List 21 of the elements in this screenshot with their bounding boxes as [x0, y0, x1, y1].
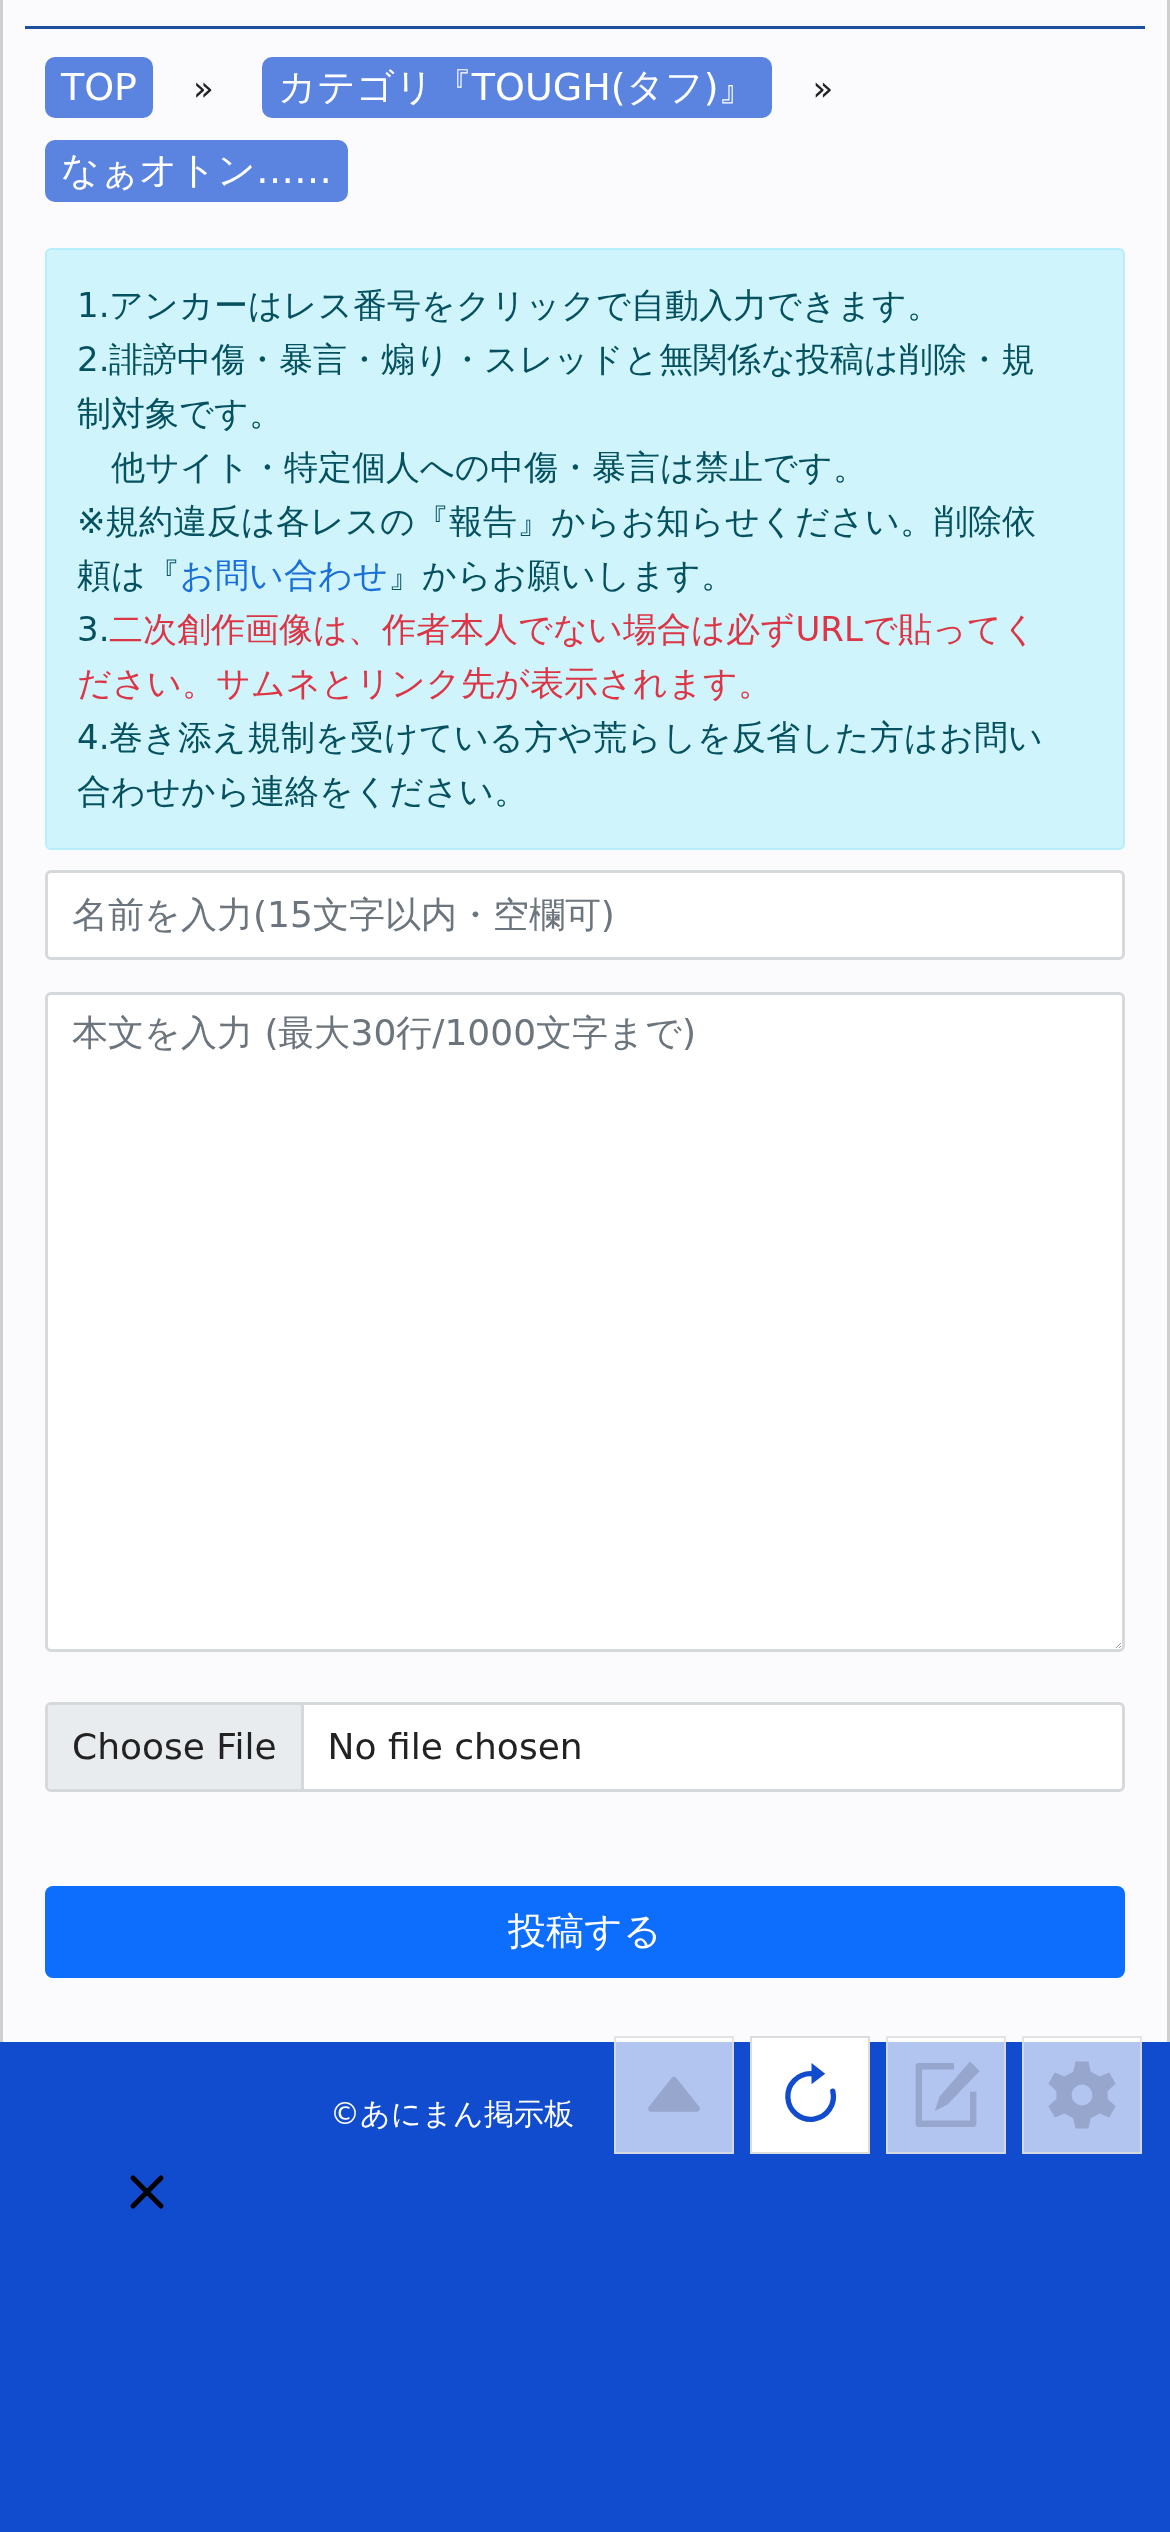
resize-grip-icon — [1114, 1640, 1122, 1649]
breadcrumb-link[interactable]: カテゴリ『TOUGH(タフ)』 — [261, 57, 773, 119]
choose-file-button[interactable]: Choose File — [48, 1704, 304, 1789]
file-input[interactable]: Choose File No file chosen — [45, 1701, 1125, 1792]
body-field[interactable]: 本文を入力 (最大30行/1000文字まで) — [45, 991, 1125, 1652]
name-field[interactable]: 名前を入力(15文字以内・空欄可) — [45, 869, 1125, 960]
contact-link[interactable]: お問い合わせ — [180, 554, 388, 595]
breadcrumb-link[interactable]: TOP — [45, 57, 154, 119]
submit-button[interactable]: 投稿する — [45, 1885, 1125, 1978]
breadcrumb-link[interactable]: なぁオトン…… — [45, 140, 348, 202]
notice-text: ※規約違反は各レスの『報告』からお知らせください。削除依頼は『お問い合わせ』からお願いします。 — [77, 499, 1038, 597]
copyright-text: ©あにまん掲示板 — [330, 2095, 574, 2133]
breadcrumb-separator: » — [812, 67, 834, 108]
breadcrumb-separator: » — [193, 67, 214, 108]
notice-text: 他サイト・特定個人への中傷・暴言は禁止です。 — [110, 445, 868, 489]
reload-button[interactable] — [750, 2036, 870, 2154]
notice-text: 2.誹謗中傷・暴言・煽り・スレッドと無関係な投稿は削除・規制対象です。 — [77, 337, 1037, 435]
notice-text: 1.アンカーはレス番号をクリックで自動入力できます。 — [77, 283, 943, 327]
notice-text: 3.二次創作画像は、作者本人でない場合は必ずURLで貼ってください。サムネとリンク先が表示されます。 — [77, 607, 1038, 705]
notice-text: 4.巻き添え規制を受けている方や荒らしを反省した方はお問い合わせから連絡をください。 — [77, 715, 1045, 813]
file-status: No file chosen — [326, 1725, 584, 1770]
